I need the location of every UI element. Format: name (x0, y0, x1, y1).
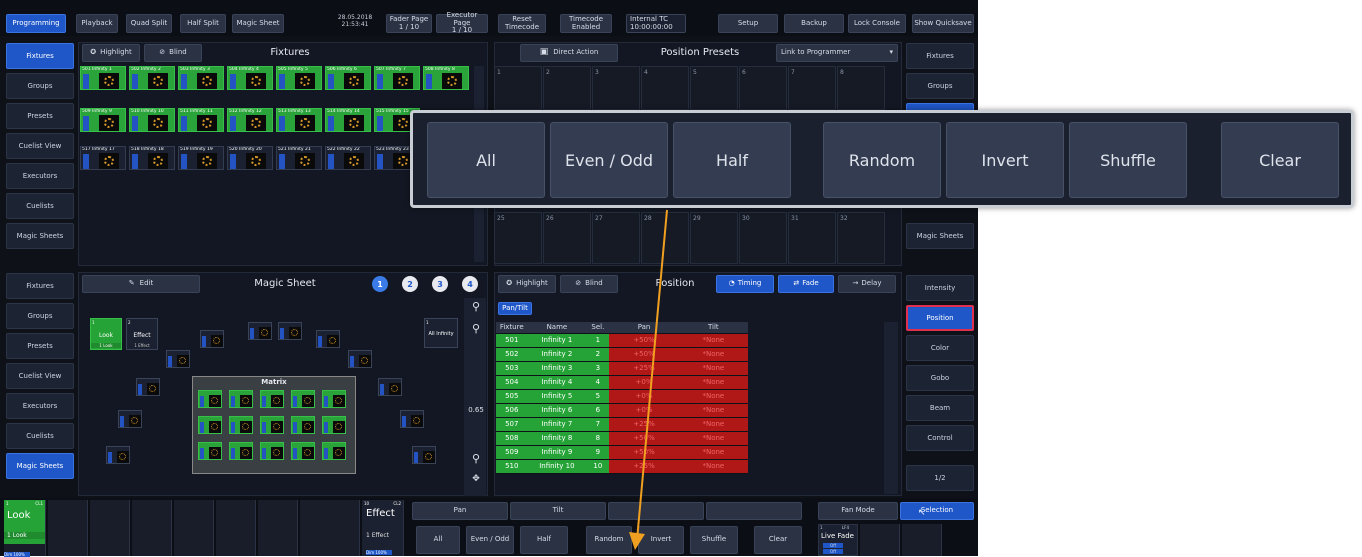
annotation-arrow (629, 209, 668, 550)
